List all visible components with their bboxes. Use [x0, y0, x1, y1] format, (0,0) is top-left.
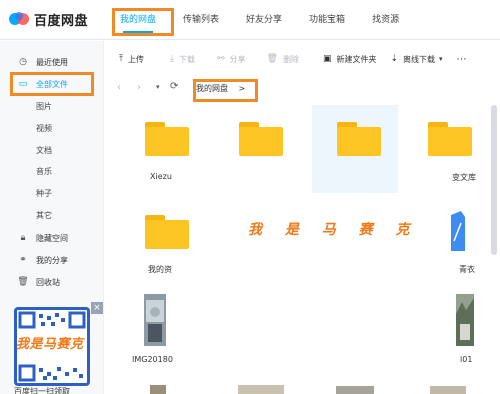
folder-plus-icon: ▣ [322, 54, 332, 64]
annotation-highlight-box [10, 72, 94, 96]
close-icon[interactable]: × [91, 302, 103, 314]
share-icon: ⚯ [216, 54, 225, 64]
scrollbar-thumb[interactable] [491, 105, 497, 255]
sidebar-sub-images[interactable]: 图片 [36, 101, 52, 112]
more-button[interactable]: ⋯ [457, 54, 467, 65]
document-icon[interactable] [451, 211, 465, 251]
image-thumbnail[interactable] [144, 294, 166, 346]
trash-icon: 🗑︎ [17, 277, 29, 287]
image-thumbnail[interactable] [430, 386, 466, 394]
file-name[interactable]: IMG20180 [132, 355, 173, 364]
offline-download-icon: ⇣ [390, 54, 399, 64]
sidebar-item-recent[interactable]: ◷ 最近使用 [0, 52, 104, 72]
sidebar-item-hidden-space[interactable]: 🔒︎ 隐藏空间 [0, 228, 104, 248]
trash-icon: 🗑︎ [266, 54, 278, 64]
toolbar: ⤒ 上传 ⤓ 下载 ⚯ 分享 🗑︎ 删除 ▣ 新建文件夹 ⇣ 离线下载 ▾ ⋯ [105, 41, 500, 77]
file-name[interactable]: 青衣 [459, 264, 475, 275]
sidebar-item-label: 隐藏空间 [36, 233, 68, 243]
top-bar: 百度网盘 我的网盘 传输列表 好友分享 功能宝箱 找资源 [0, 0, 500, 40]
clock-icon: ◷ [19, 57, 27, 67]
offline-download-button[interactable]: ⇣ 离线下载 ▾ [390, 54, 442, 65]
qr-mosaic-label: 我是马赛克 [16, 337, 84, 352]
sidebar-item-recycle-bin[interactable]: 🗑︎ 回收站 [0, 272, 104, 292]
file-name[interactable]: 我的资 [148, 264, 172, 275]
offline-download-label: 离线下载 [403, 54, 436, 64]
upload-label: 上传 [127, 54, 144, 64]
sidebar-sub-documents[interactable]: 文档 [36, 145, 52, 156]
baidu-netdisk-window: 百度网盘 我的网盘 传输列表 好友分享 功能宝箱 找资源 ◷ 最近使用 ▭ 全部… [0, 0, 500, 394]
sidebar-sub-other[interactable]: 其它 [36, 210, 52, 221]
file-name[interactable]: 变文库 [452, 172, 476, 183]
download-button[interactable]: ⤓ 下载 [170, 54, 195, 65]
qr-caption: 百度扫一扫领取 [14, 387, 70, 394]
sidebar-item-label: 最近使用 [36, 57, 68, 67]
sidebar-sub-videos[interactable]: 视频 [36, 123, 52, 134]
back-arrow-icon[interactable]: ‹ [117, 82, 121, 93]
more-icon: ⋯ [456, 53, 467, 65]
image-thumbnail[interactable] [238, 385, 284, 394]
share-button[interactable]: ⚯ 分享 [217, 54, 246, 65]
sidebar-item-label: 回收站 [36, 277, 60, 287]
chevron-down-icon: ▾ [439, 55, 443, 63]
tab-find-resources[interactable]: 找资源 [364, 0, 407, 40]
tab-friend-share[interactable]: 好友分享 [238, 0, 290, 40]
file-name[interactable]: Xiezu [150, 172, 172, 181]
mosaic-watermark: 我 是 马 赛 克 [248, 222, 419, 238]
tab-toolbox[interactable]: 功能宝箱 [301, 0, 353, 40]
share-label: 分享 [229, 54, 246, 64]
history-dropdown-icon[interactable]: ▾ [156, 83, 160, 91]
new-folder-label: 新建文件夹 [336, 54, 377, 64]
annotation-highlight-box [112, 8, 174, 36]
lock-icon: 🔒︎ [20, 233, 26, 243]
image-thumbnail[interactable] [456, 294, 474, 346]
annotation-highlight-box [193, 79, 258, 102]
folder-icon[interactable] [239, 122, 283, 156]
download-label: 下载 [178, 54, 195, 64]
file-name[interactable]: l01 [460, 355, 472, 364]
cloud-logo-icon [9, 12, 29, 25]
upload-button[interactable]: ⤒ 上传 [119, 54, 144, 65]
tab-transfer-list[interactable]: 传输列表 [175, 0, 227, 40]
upload-icon: ⤒ [119, 54, 123, 64]
forward-arrow-icon[interactable]: › [137, 82, 141, 93]
delete-button[interactable]: 🗑︎ 删除 [267, 54, 299, 65]
delete-label: 删除 [282, 54, 299, 64]
share-icon: ⚭ [19, 255, 27, 265]
sidebar-sub-torrents[interactable]: 种子 [36, 188, 52, 199]
sidebar-item-my-share[interactable]: ⚭ 我的分享 [0, 250, 104, 270]
image-thumbnail[interactable] [150, 385, 166, 394]
folder-icon[interactable] [145, 122, 189, 156]
new-folder-button[interactable]: ▣ 新建文件夹 [323, 54, 377, 65]
scrollbar[interactable] [491, 105, 497, 394]
sidebar-sub-music[interactable]: 音乐 [36, 166, 52, 177]
download-icon: ⤓ [169, 54, 174, 64]
logo[interactable]: 百度网盘 [8, 9, 88, 29]
sidebar-item-label: 我的分享 [36, 255, 68, 265]
folder-icon[interactable] [337, 122, 381, 156]
image-thumbnail[interactable] [336, 386, 374, 394]
refresh-icon[interactable]: ⟳ [170, 81, 178, 92]
folder-icon[interactable] [428, 122, 472, 156]
folder-icon[interactable] [145, 215, 189, 249]
logo-text: 百度网盘 [34, 13, 89, 29]
